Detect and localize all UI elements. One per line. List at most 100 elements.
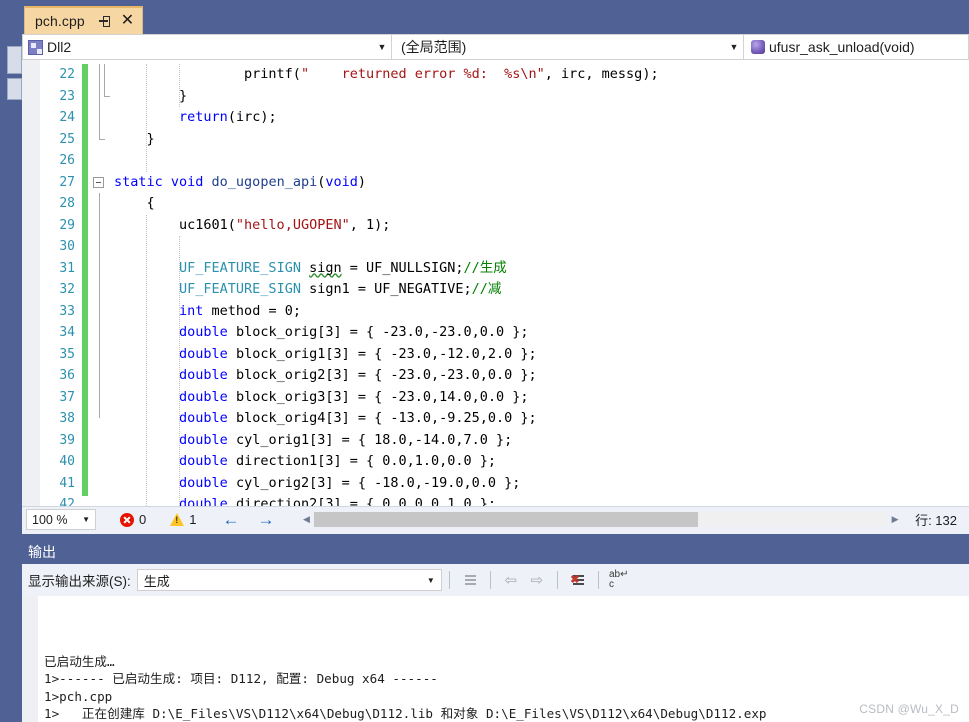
line-number: 32: [59, 282, 75, 297]
code-line[interactable]: double cyl_orig2[3] = { -18.0,-19.0,0.0 …: [110, 473, 969, 495]
code-line[interactable]: double block_orig3[3] = { -23.0,14.0,0.0…: [110, 387, 969, 409]
editor-tab-pch-cpp[interactable]: pch.cpp ✕: [24, 6, 144, 34]
output-source-value: 生成: [143, 573, 170, 589]
code-line[interactable]: UF_FEATURE_SIGN sign = UF_NULLSIGN;//生成: [110, 258, 969, 280]
code-folding-gutter[interactable]: [88, 60, 110, 506]
output-line: 1>pch.cpp: [44, 688, 113, 704]
arrow-right-icon[interactable]: →: [257, 510, 274, 530]
toolbar-divider: [489, 571, 491, 589]
dock-tab-upper[interactable]: [7, 46, 22, 74]
code-line[interactable]: double block_orig1[3] = { -23.0,-12.0,2.…: [110, 344, 969, 366]
code-line[interactable]: int method = 0;: [110, 301, 969, 323]
code-token: direction2[3] = { 0.0,0.0,1.0 };: [227, 496, 497, 506]
code-line[interactable]: printf(" returned error %d: %s\n", irc, …: [110, 64, 969, 86]
toggle-word-wrap-icon[interactable]: ab↵ c: [606, 568, 632, 592]
code-line[interactable]: [110, 150, 969, 172]
scrollbar-thumb[interactable]: [314, 512, 699, 527]
line-number: 28: [59, 196, 75, 211]
code-token: void: [325, 173, 358, 190]
code-token: printf(: [114, 66, 301, 82]
code-line[interactable]: uc1601("hello,UGOPEN", 1);: [110, 215, 969, 237]
member-dropdown[interactable]: ufusr_ask_unload(void): [744, 34, 969, 60]
chevron-down-icon[interactable]: ▼: [82, 515, 90, 524]
left-dock-strip: [0, 0, 22, 722]
code-token: "hello,UGOPEN": [235, 216, 350, 233]
indent-guide: [178, 236, 180, 506]
scrollbar-track[interactable]: [314, 512, 888, 527]
output-source-dropdown[interactable]: 生成 ▼: [136, 569, 442, 591]
output-toolbar: 显示输出来源(S): 生成 ▼ ⇦ ⇨ ✖ ab↵ c: [22, 564, 969, 596]
scope-dropdown[interactable]: (全局范围) ▼: [392, 34, 744, 60]
code-line[interactable]: [110, 236, 969, 258]
line-number: 24: [59, 110, 75, 125]
zoom-level-dropdown[interactable]: 100 % ▼: [26, 509, 96, 530]
code-text-area[interactable]: printf(" returned error %d: %s\n", irc, …: [110, 60, 969, 506]
editor-tab-row: pch.cpp ✕: [22, 4, 969, 34]
output-panel: 输出 显示输出来源(S): 生成 ▼ ⇦ ⇨ ✖ ab↵ c 已启动生成… 1>…: [22, 540, 969, 722]
line-number: 25: [59, 131, 75, 147]
line-number: 26: [59, 153, 75, 168]
code-line[interactable]: double block_orig4[3] = { -13.0,-9.25,0.…: [110, 408, 969, 430]
line-number: 35: [59, 346, 75, 362]
scope-dropdown-value: (全局范围): [401, 39, 467, 55]
line-number: 23: [59, 88, 75, 104]
fold-bracket-line: [104, 64, 105, 96]
fold-bracket-line: [99, 193, 100, 418]
project-dropdown[interactable]: Dll2 ▼: [22, 34, 392, 60]
pin-icon[interactable]: [97, 15, 110, 28]
horizontal-scrollbar[interactable]: ◀ ▶: [298, 511, 904, 528]
line-number: 27: [59, 174, 75, 190]
clear-all-icon[interactable]: ✖: [565, 568, 591, 592]
find-previous-icon[interactable]: ⇦: [498, 568, 524, 592]
close-icon[interactable]: ✕: [121, 13, 134, 29]
code-token: " returned error %d: %s\n": [300, 66, 545, 82]
editor-left-margin: [22, 60, 40, 506]
chevron-down-icon[interactable]: ▼: [427, 576, 435, 585]
go-to-source-icon[interactable]: [457, 568, 483, 592]
code-token: block_orig4[3] = { -13.0,-9.25,0.0 };: [227, 410, 537, 426]
fold-bracket-elbow: [99, 138, 105, 140]
editor-status-bar: 100 % ▼ 0 1 ← → ◀ ▶ 行: 132: [22, 506, 969, 532]
code-token: double: [179, 367, 228, 383]
code-line[interactable]: }: [110, 129, 969, 151]
arrow-left-icon[interactable]: ←: [222, 510, 239, 530]
find-next-icon[interactable]: ⇨: [524, 568, 550, 592]
code-line[interactable]: return(irc);: [110, 107, 969, 129]
output-text[interactable]: 已启动生成… 1>------ 已启动生成: 项目: D112, 配置: Debu…: [22, 596, 969, 722]
code-line[interactable]: double block_orig[3] = { -23.0,-23.0,0.0…: [110, 322, 969, 344]
dock-tab-lower[interactable]: [7, 78, 22, 100]
warning-count-item[interactable]: 1: [170, 512, 196, 527]
chevron-down-icon[interactable]: ▼: [725, 42, 743, 52]
code-token: uc1601(: [114, 216, 236, 233]
code-token: UF_FEATURE_SIGN: [179, 259, 301, 276]
code-token: block_orig2[3] = { -23.0,-23.0,0.0 };: [227, 367, 537, 383]
code-token: static void: [114, 173, 212, 190]
code-token: , irc, messg);: [544, 66, 659, 82]
code-line[interactable]: static void do_ugopen_api(void): [110, 172, 969, 194]
code-line[interactable]: {: [110, 193, 969, 215]
code-line[interactable]: UF_FEATURE_SIGN sign1 = UF_NEGATIVE;//减: [110, 279, 969, 301]
code-line[interactable]: double direction1[3] = { 0.0,1.0,0.0 };: [110, 451, 969, 473]
code-token: double: [179, 474, 228, 491]
toolbar-divider: [597, 571, 599, 589]
chevron-down-icon[interactable]: ▼: [373, 42, 391, 52]
indent-guide: [178, 64, 180, 107]
output-source-label: 显示输出来源(S):: [28, 574, 131, 589]
code-token: }: [114, 130, 155, 147]
error-count-item[interactable]: 0: [120, 512, 146, 527]
toolbar-divider: [556, 571, 558, 589]
fold-collapse-button[interactable]: [93, 176, 104, 188]
code-editor[interactable]: 22 23 24 25 26 27 28 29 30 31 32 33 34 35 36 37 38 39 40 41…: [22, 60, 969, 506]
member-dropdown-value: ufusr_ask_unload(void): [769, 39, 915, 55]
code-token: (irc);: [227, 109, 277, 125]
code-token: return: [179, 109, 228, 125]
scroll-right-icon[interactable]: ▶: [887, 514, 903, 525]
code-line[interactable]: double cyl_orig1[3] = { 18.0,-14.0,7.0 }…: [110, 430, 969, 452]
code-line[interactable]: double direction2[3] = { 0.0,0.0,1.0 };: [110, 494, 969, 506]
code-token: sign: [309, 259, 342, 276]
code-line[interactable]: double block_orig2[3] = { -23.0,-23.0,0.…: [110, 365, 969, 387]
scroll-left-icon[interactable]: ◀: [298, 514, 314, 525]
code-token: double: [179, 453, 228, 469]
code-line[interactable]: }: [110, 86, 969, 108]
